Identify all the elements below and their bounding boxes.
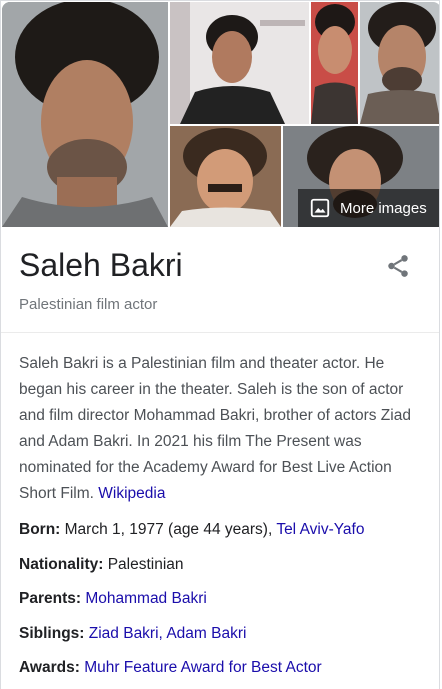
fact-born: Born: March 1, 1977 (age 44 years), Tel … [19, 513, 421, 548]
fact-nationality-value: Palestinian [107, 555, 184, 573]
more-images-label: More images [340, 199, 427, 217]
entity-header: Saleh Bakri Palestinian film actor [1, 229, 439, 333]
fact-born-label: Born: [19, 521, 61, 538]
award-link[interactable]: Muhr Feature Award for Best Actor [84, 659, 322, 676]
gallery-image-4[interactable] [360, 2, 439, 124]
fact-parents: Parents: Mohammad Bakri [19, 582, 421, 617]
image-icon [309, 197, 331, 219]
parent-link[interactable]: Mohammad Bakri [85, 590, 206, 607]
fact-born-value: March 1, 1977 (age 44 years), [64, 521, 273, 538]
image-gallery: More images [1, 1, 439, 229]
gallery-image-5[interactable] [170, 126, 281, 227]
sibling-link-1[interactable]: Ziad Bakri [89, 625, 159, 642]
fact-nationality: Nationality: Palestinian [19, 548, 421, 583]
knowledge-panel: More images Saleh Bakri Palestinian film… [0, 0, 440, 689]
sibling-link-2[interactable]: Adam Bakri [166, 625, 246, 642]
share-icon[interactable] [385, 253, 411, 279]
fact-siblings: Siblings: Ziad Bakri, Adam Bakri [19, 617, 421, 652]
entity-subtitle: Palestinian film actor [19, 296, 158, 313]
gallery-image-2[interactable] [170, 2, 309, 124]
facts-list: Born: March 1, 1977 (age 44 years), Tel … [1, 507, 439, 686]
fact-awards-label: Awards: [19, 659, 80, 676]
wikipedia-link[interactable]: Wikipedia [98, 485, 165, 502]
description-text: Saleh Bakri is a Palestinian film and th… [19, 355, 411, 502]
fact-nationality-label: Nationality: [19, 555, 104, 573]
gallery-image-main[interactable] [2, 2, 168, 227]
entity-title: Saleh Bakri [19, 247, 183, 283]
more-images-button[interactable]: More images [298, 189, 439, 227]
fact-parents-label: Parents: [19, 590, 82, 607]
birthplace-link[interactable]: Tel Aviv-Yafo [276, 521, 364, 538]
gallery-image-3[interactable] [311, 2, 358, 124]
entity-description: Saleh Bakri is a Palestinian film and th… [1, 333, 439, 507]
fact-siblings-label: Siblings: [19, 624, 85, 642]
fact-awards: Awards: Muhr Feature Award for Best Acto… [19, 651, 421, 686]
